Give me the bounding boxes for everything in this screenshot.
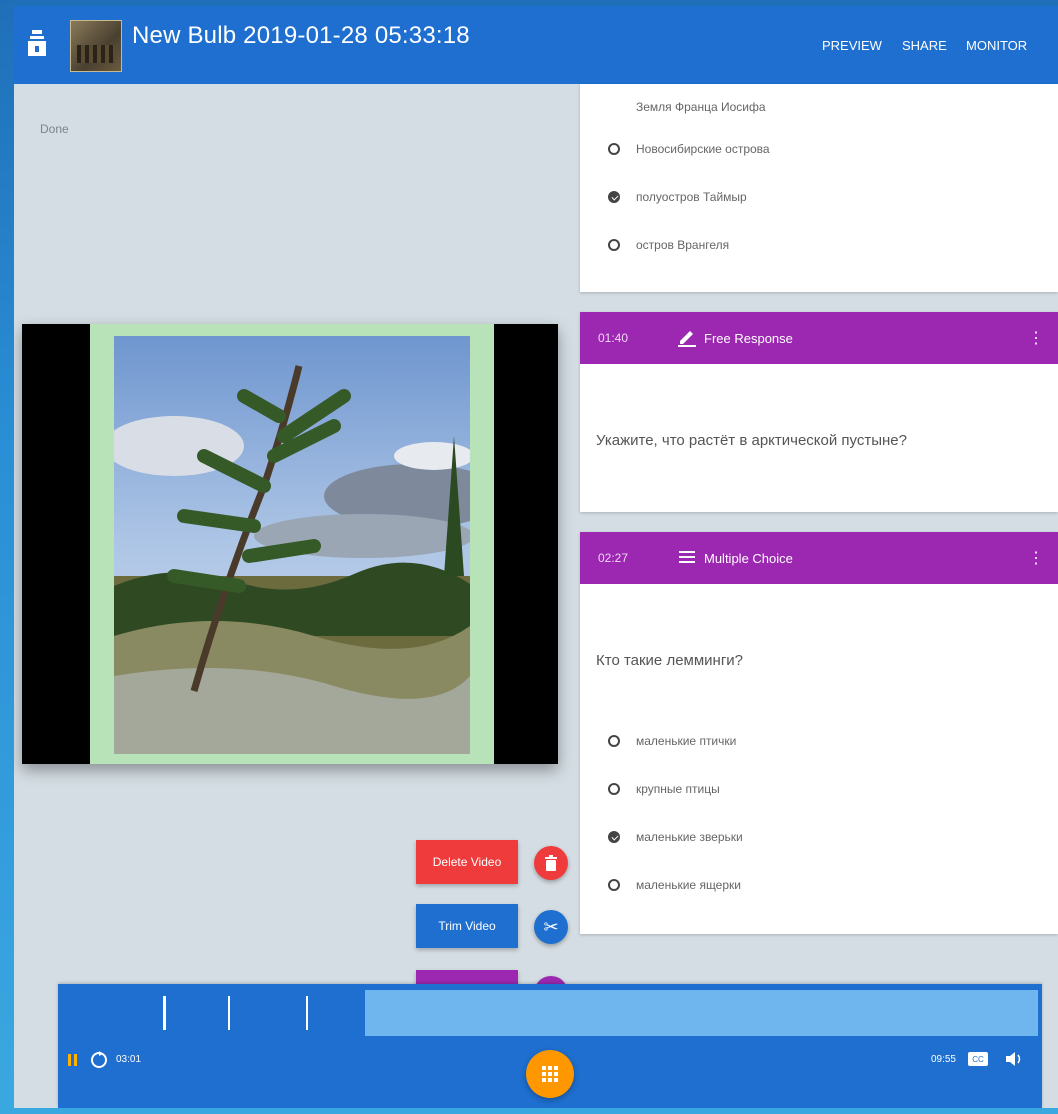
total-time: 09:55 (930, 1054, 956, 1065)
question-menu-fab[interactable] (526, 1050, 574, 1098)
video-timeline: 03:01 09:55 CC (58, 984, 1042, 1108)
pencil-icon (678, 331, 696, 347)
trim-video-button[interactable]: Trim Video (416, 904, 518, 948)
save-status: Done (40, 122, 69, 136)
question-card-free-response[interactable]: 01:40 Free Response ⋮ Укажите, что растё… (580, 312, 1058, 512)
question-type-label: Multiple Choice (704, 551, 793, 566)
option-label: Земля Франца Иосифа (636, 100, 766, 114)
video-player[interactable] (22, 324, 558, 764)
option-row[interactable]: Новосибирские острова (608, 142, 770, 156)
volume-icon[interactable] (1004, 1050, 1024, 1068)
question-marker[interactable] (227, 996, 230, 1030)
radio-unchecked-icon[interactable] (608, 143, 620, 155)
option-label: крупные птицы (636, 782, 720, 796)
timeline-track[interactable] (62, 990, 1038, 1036)
question-type-label: Free Response (704, 331, 793, 346)
app-logo-icon[interactable] (26, 28, 48, 58)
option-row[interactable]: полуостров Таймыр (608, 190, 747, 204)
bulb-thumbnail[interactable] (70, 20, 122, 72)
nav-preview-link[interactable]: PREVIEW (822, 38, 882, 53)
option-row[interactable]: крупные птицы (608, 782, 720, 796)
question-card-multiple-choice[interactable]: 02:27 Multiple Choice ⋮ Кто такие леммин… (580, 532, 1058, 934)
player-controls: 03:01 09:55 CC (58, 1040, 1042, 1098)
option-label: полуостров Таймыр (636, 190, 747, 204)
app-window: New Bulb 2019-01-28 05:33:18 PREVIEW SHA… (14, 6, 1058, 1108)
pause-icon[interactable] (68, 1054, 78, 1066)
question-timestamp[interactable]: 01:40 (598, 331, 628, 345)
question-card-partial: Земля Франца Иосифа Новосибирские остров… (580, 84, 1058, 292)
question-card-header: 02:27 Multiple Choice ⋮ (580, 532, 1058, 584)
list-icon (679, 551, 695, 563)
question-marker[interactable] (306, 996, 308, 1030)
option-row[interactable]: Земля Франца Иосифа (636, 100, 766, 114)
nav-share-link[interactable]: SHARE (902, 38, 947, 53)
grid-icon (542, 1066, 558, 1082)
trash-icon (545, 855, 557, 871)
replay-icon[interactable] (90, 1050, 108, 1068)
option-label: маленькие ящерки (636, 878, 741, 892)
top-bar: New Bulb 2019-01-28 05:33:18 PREVIEW SHA… (14, 6, 1058, 84)
question-marker[interactable] (163, 996, 166, 1030)
nav-monitor-link[interactable]: MONITOR (966, 38, 1027, 53)
option-row[interactable]: маленькие зверьки (608, 830, 743, 844)
radio-unchecked-icon[interactable] (608, 879, 620, 891)
option-label: маленькие птички (636, 734, 737, 748)
video-frame (90, 324, 494, 764)
more-vert-icon[interactable]: ⋮ (1028, 328, 1044, 348)
option-row[interactable]: маленькие птички (608, 734, 736, 748)
radio-unchecked-icon[interactable] (608, 783, 620, 795)
question-timestamp[interactable]: 02:27 (598, 551, 628, 565)
option-label: маленькие зверьки (636, 830, 743, 844)
scissors-icon: ✂ (543, 916, 559, 937)
radio-unchecked-icon[interactable] (608, 239, 620, 251)
radio-checked-icon[interactable] (608, 191, 620, 203)
question-text: Укажите, что растёт в арктической пустын… (596, 432, 907, 449)
question-text: Кто такие лемминги? (596, 652, 744, 669)
video-still-image (114, 336, 470, 754)
timeline-progress (62, 990, 365, 1036)
closed-captions-icon[interactable]: CC (968, 1052, 988, 1066)
delete-video-button[interactable]: Delete Video (416, 840, 518, 884)
delete-video-fab[interactable] (534, 846, 568, 880)
option-label: Новосибирские острова (636, 142, 770, 156)
current-time: 03:01 (116, 1054, 142, 1065)
option-row[interactable]: маленькие ящерки (608, 878, 741, 892)
radio-checked-icon[interactable] (608, 831, 620, 843)
trim-video-fab[interactable]: ✂ (534, 910, 568, 944)
page-title: New Bulb 2019-01-28 05:33:18 (132, 22, 470, 49)
more-vert-icon[interactable]: ⋮ (1028, 548, 1044, 568)
option-row[interactable]: остров Врангеля (608, 238, 729, 252)
option-label: остров Врангеля (636, 238, 730, 252)
question-card-header: 01:40 Free Response ⋮ (580, 312, 1058, 364)
radio-unchecked-icon[interactable] (608, 735, 620, 747)
